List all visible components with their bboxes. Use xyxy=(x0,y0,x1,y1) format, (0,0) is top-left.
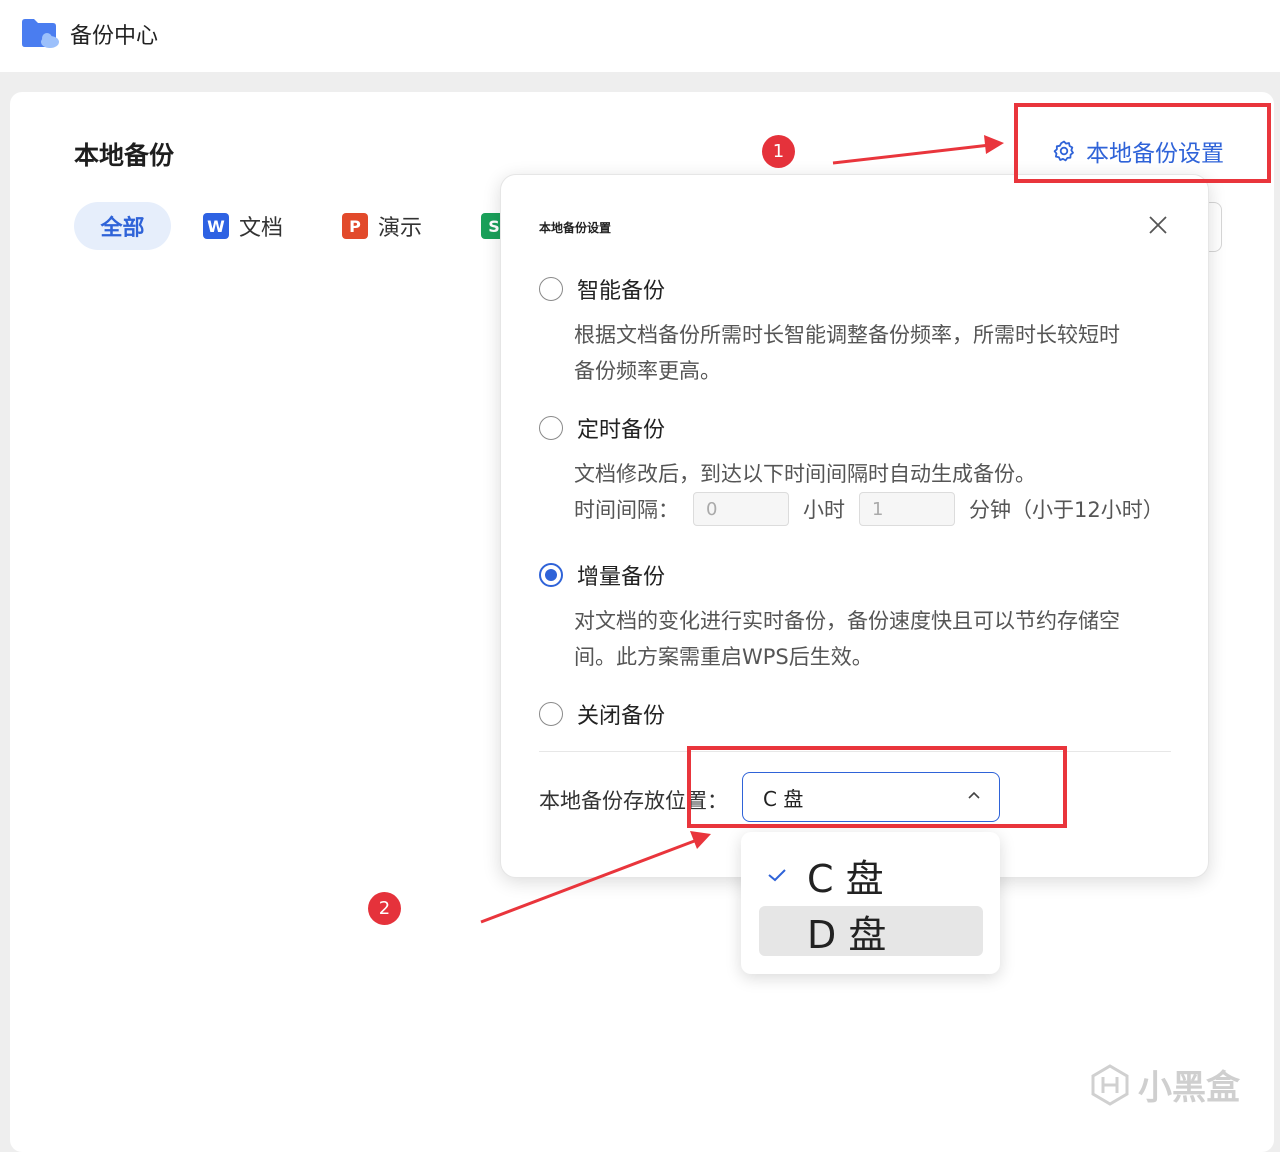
desc-line: 对文档的变化进行实时备份，备份速度快且可以节约存储空 xyxy=(574,609,1120,633)
annotation-box-settings xyxy=(1014,103,1271,183)
interval-label: 时间间隔： xyxy=(574,498,679,522)
radio-label: 关闭备份 xyxy=(577,704,666,729)
watermark: 小黑盒 xyxy=(1088,1060,1240,1109)
dropdown-option-c[interactable]: C 盘 xyxy=(759,850,983,901)
app-title: 备份中心 xyxy=(70,24,159,49)
scheduled-backup-description: 文档修改后，到达以下时间间隔时自动生成备份。 xyxy=(574,462,1036,486)
desc-line: 间。此方案需重启WPS后生效。 xyxy=(574,645,873,669)
radio-button[interactable] xyxy=(539,702,563,726)
presentation-icon: P xyxy=(342,213,368,239)
watermark-logo-icon xyxy=(1091,1063,1129,1106)
hours-unit: 小时 xyxy=(803,498,845,522)
tab-documents[interactable]: W 文档 xyxy=(203,202,283,250)
radio-smart-backup[interactable]: 智能备份 xyxy=(539,273,665,305)
dropdown-option-label: C 盘 xyxy=(807,856,884,901)
tab-presentations-label: 演示 xyxy=(378,216,423,241)
minutes-input[interactable]: 1 xyxy=(859,492,955,526)
annotation-step-2: 2 xyxy=(368,892,401,925)
desc-line: 备份频率更高。 xyxy=(574,359,721,383)
radio-button-checked[interactable] xyxy=(539,563,563,587)
radio-button[interactable] xyxy=(539,277,563,301)
dropdown-option-d[interactable]: D 盘 xyxy=(759,906,983,957)
radio-label: 增量备份 xyxy=(577,565,666,590)
radio-button[interactable] xyxy=(539,416,563,440)
radio-incremental-backup[interactable]: 增量备份 xyxy=(539,559,665,591)
smart-backup-description: 根据文档备份所需时长智能调整备份频率，所需时长较短时 备份频率更高。 xyxy=(574,317,1174,389)
minutes-unit: 分钟（小于12小时） xyxy=(969,498,1164,522)
tab-all[interactable]: 全部 xyxy=(74,202,171,250)
close-icon[interactable] xyxy=(1146,213,1170,237)
dialog-title: 本地备份设置 xyxy=(539,221,612,235)
interval-row: 时间间隔： 0 小时 1 分钟（小于12小时） xyxy=(574,492,1164,526)
check-icon xyxy=(768,869,786,882)
radio-label: 智能备份 xyxy=(577,279,666,304)
annotation-box-location xyxy=(687,746,1067,828)
incremental-backup-description: 对文档的变化进行实时备份，备份速度快且可以节约存储空 间。此方案需重启WPS后生… xyxy=(574,603,1174,675)
dropdown-option-label: D 盘 xyxy=(807,912,887,957)
location-dropdown: C 盘 D 盘 xyxy=(741,832,1000,974)
section-title: 本地备份 xyxy=(74,141,175,170)
top-bar: 备份中心 xyxy=(0,0,1280,72)
watermark-text: 小黑盒 xyxy=(1138,1068,1240,1108)
radio-label: 定时备份 xyxy=(577,418,666,443)
word-icon: W xyxy=(203,213,229,239)
tab-documents-label: 文档 xyxy=(239,216,284,241)
tab-presentations[interactable]: P 演示 xyxy=(342,202,422,250)
radio-disable-backup[interactable]: 关闭备份 xyxy=(539,698,665,730)
radio-scheduled-backup[interactable]: 定时备份 xyxy=(539,412,665,444)
annotation-step-1: 1 xyxy=(762,135,795,168)
hours-input[interactable]: 0 xyxy=(693,492,789,526)
folder-cloud-icon xyxy=(22,19,59,48)
desc-line: 根据文档备份所需时长智能调整备份频率，所需时长较短时 xyxy=(574,323,1120,347)
